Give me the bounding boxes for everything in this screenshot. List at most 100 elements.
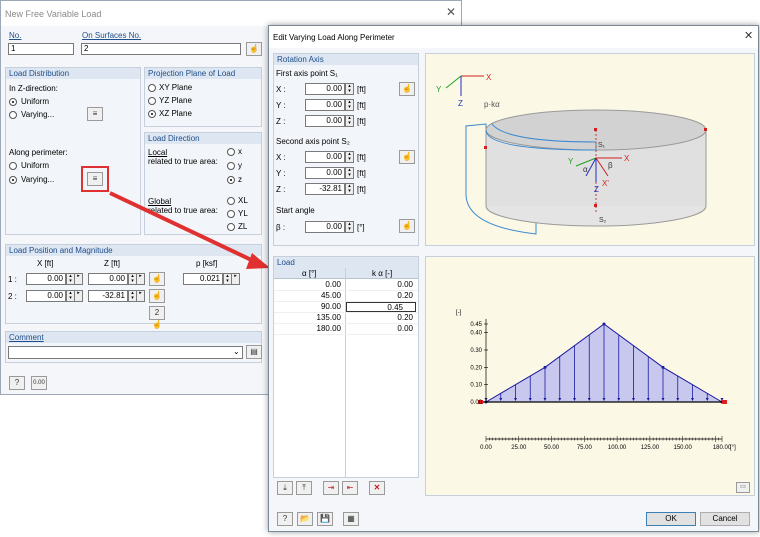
y-tick-label: 0.30 bbox=[470, 348, 482, 354]
global-axes bbox=[445, 75, 484, 96]
s1-x-input[interactable]: 0.00 bbox=[305, 83, 345, 95]
beta-unit: [°] bbox=[357, 223, 365, 232]
k-cell[interactable]: 0.00 bbox=[346, 324, 416, 334]
k-cell[interactable]: 0.00 bbox=[346, 280, 416, 290]
z1-label: Z : bbox=[276, 117, 286, 126]
axis-y-label: Y bbox=[436, 85, 442, 94]
s1-z-input[interactable]: 0.00 bbox=[305, 115, 345, 127]
delete-row-button[interactable]: ⇤ bbox=[342, 481, 358, 495]
chart-options-button[interactable]: ▭ bbox=[736, 482, 750, 493]
insert-row-button[interactable]: ⇥ bbox=[323, 481, 339, 495]
s1-z-spin[interactable]: ▴ ▾ bbox=[345, 115, 354, 127]
load-distribution-chart: [-] 0.00 0.10 0.20 0.30 0.40 0.45 0.00 25.00 50.0… bbox=[456, 310, 736, 451]
x1-label: X : bbox=[276, 85, 286, 94]
beta-label: β : bbox=[276, 223, 286, 232]
data-point bbox=[543, 365, 547, 369]
s2-z-input[interactable]: -32.81 bbox=[305, 183, 345, 195]
s1-x-spin[interactable]: ▴ ▾ bbox=[345, 83, 354, 95]
close-icon[interactable]: ✕ bbox=[744, 31, 753, 42]
s1-z-unit: [ft] bbox=[357, 117, 366, 126]
dialog-title: Edit Varying Load Along Perimeter bbox=[273, 33, 395, 42]
y1-label: Y : bbox=[276, 101, 286, 110]
clear-table-button[interactable]: ✕ bbox=[369, 481, 385, 495]
y-tick-label: 0.40 bbox=[470, 331, 482, 337]
support-right bbox=[722, 400, 727, 404]
local-y-label: Y bbox=[568, 157, 574, 166]
local-z-label: Z bbox=[594, 185, 599, 194]
alpha-cell[interactable]: 180.00 bbox=[274, 324, 344, 334]
local-x-label: X bbox=[624, 154, 630, 163]
s2-x-unit: [ft] bbox=[357, 153, 366, 162]
k-cell[interactable]: 0.45 bbox=[346, 302, 416, 312]
alpha-cell[interactable]: 0.00 bbox=[274, 280, 344, 290]
s2-x-input[interactable]: 0.00 bbox=[305, 151, 345, 163]
y-tick-label: 0.20 bbox=[470, 365, 482, 371]
alpha-cell[interactable]: 90.00 bbox=[274, 302, 344, 312]
beta-mark-label: β bbox=[608, 161, 613, 170]
edit-varying-load-dialog: Edit Varying Load Along Perimeter ✕ Rota… bbox=[268, 25, 759, 532]
k-header: k α [-] bbox=[372, 269, 393, 278]
s1-label: S₁ bbox=[598, 142, 606, 149]
section-header: Load bbox=[274, 257, 418, 268]
x-tick-label: 25.00 bbox=[511, 445, 527, 451]
open-button[interactable]: 📂 bbox=[297, 512, 313, 526]
table-row[interactable]: 90.00 0.45 bbox=[274, 302, 418, 313]
rotation-axis-section: Rotation Axis bbox=[273, 53, 419, 246]
x-tick-label: 125.00 bbox=[641, 445, 660, 451]
pick-beta-button[interactable]: ☝ bbox=[399, 219, 415, 233]
x-tick-label: 75.00 bbox=[577, 445, 593, 451]
table-row[interactable]: 180.00 0.00 bbox=[274, 324, 418, 335]
second-axis-label: Second axis point S₂ bbox=[276, 137, 350, 146]
beta-spin[interactable]: ▴ ▾ bbox=[345, 221, 354, 233]
table-row[interactable]: 135.00 0.20 bbox=[274, 313, 418, 324]
s2-z-spin[interactable]: ▴ ▾ bbox=[345, 183, 354, 195]
x-tick-label: 150.00 bbox=[673, 445, 692, 451]
export-excel-button[interactable]: ⤒ bbox=[296, 481, 312, 495]
data-point bbox=[602, 322, 606, 326]
cancel-button[interactable]: Cancel bbox=[700, 512, 750, 526]
s2-z-unit: [ft] bbox=[357, 185, 366, 194]
start-angle-label: Start angle bbox=[276, 206, 315, 215]
alpha-cell[interactable]: 135.00 bbox=[274, 313, 344, 323]
z2-label: Z : bbox=[276, 185, 286, 194]
data-point bbox=[661, 365, 665, 369]
k-cell[interactable]: 0.20 bbox=[346, 291, 416, 301]
section-header: Rotation Axis bbox=[274, 54, 418, 65]
beta-input[interactable]: 0.00 bbox=[305, 221, 345, 233]
ok-button[interactable]: OK bbox=[646, 512, 696, 526]
s2-y-input[interactable]: 0.00 bbox=[305, 167, 345, 179]
y-tick-label: 0.45 bbox=[470, 322, 482, 328]
table-row[interactable]: 45.00 0.20 bbox=[274, 291, 418, 302]
save-button[interactable]: 💾 bbox=[317, 512, 333, 526]
load-table: α [°] k α [-] 0.00 0.00 45.00 0.20 90.00 0.45… bbox=[274, 268, 418, 478]
x-tick-label: 0.00 bbox=[480, 445, 492, 451]
s1-y-spin[interactable]: ▴ ▾ bbox=[345, 99, 354, 111]
axis-z-label: Z bbox=[458, 99, 463, 108]
y-tick-label: 0.00 bbox=[470, 400, 482, 406]
pick-s2-button[interactable]: ☝ bbox=[399, 150, 415, 164]
s2-y-spin[interactable]: ▴ ▾ bbox=[345, 167, 354, 179]
y-axis-label: [-] bbox=[456, 310, 462, 316]
x-prime-label: X' bbox=[602, 179, 609, 188]
s1-y-input[interactable]: 0.00 bbox=[305, 99, 345, 111]
s2-label: S₂ bbox=[599, 217, 607, 224]
s2-x-spin[interactable]: ▴ ▾ bbox=[345, 151, 354, 163]
k-cell[interactable]: 0.20 bbox=[346, 313, 416, 323]
first-axis-label: First axis point S₁ bbox=[276, 69, 338, 78]
x-tick-label: 50.00 bbox=[544, 445, 560, 451]
load-label: p·kα bbox=[484, 100, 500, 109]
x2-label: X : bbox=[276, 153, 286, 162]
table-button[interactable]: ▦ bbox=[343, 512, 359, 526]
table-row[interactable]: 0.00 0.00 bbox=[274, 280, 418, 291]
pick-s1-button[interactable]: ☝ bbox=[399, 82, 415, 96]
alpha-cell[interactable]: 45.00 bbox=[274, 291, 344, 301]
alpha-header: α [°] bbox=[302, 269, 317, 278]
import-excel-button[interactable]: ⤓ bbox=[277, 481, 293, 495]
x-tick-label: 100.00 bbox=[608, 445, 627, 451]
model-view: X Y Z p·kα S₁ S₂ X Y Z α β X' bbox=[425, 53, 755, 246]
table-toolbar: ⤓ ⤒ ⇥ ⇤ ✕ bbox=[277, 481, 417, 497]
table-header bbox=[274, 268, 418, 279]
x-tick-label: 180.00 bbox=[713, 445, 732, 451]
s2-y-unit: [ft] bbox=[357, 169, 366, 178]
help-button[interactable]: ? bbox=[277, 512, 293, 526]
